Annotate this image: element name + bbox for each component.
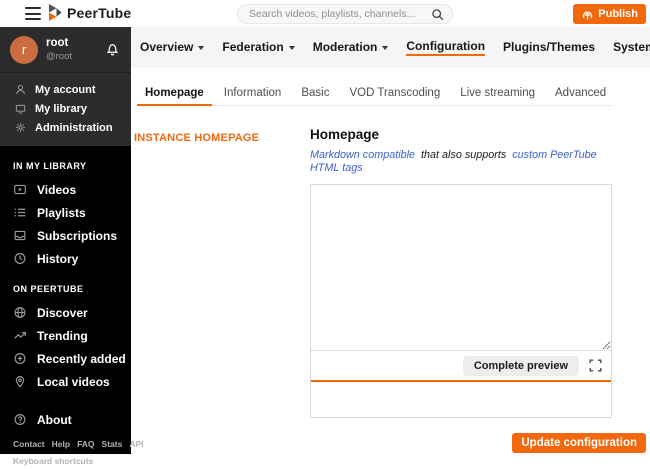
sidebar: r root @root My account My library Admin… xyxy=(0,27,144,466)
user-handle: @root xyxy=(46,50,73,62)
admin-nav-plugins-themes[interactable]: Plugins/Themes xyxy=(494,40,604,55)
sidebar-footer-links: Contact Help FAQ Stats API xyxy=(13,439,144,449)
sidebar-item-recently-added[interactable]: Recently added xyxy=(0,347,131,370)
homepage-form: Homepage Markdown compatible that also s… xyxy=(310,127,612,418)
user-name: root xyxy=(46,37,69,50)
update-configuration-button[interactable]: Update configuration xyxy=(512,433,646,453)
videos-icon xyxy=(13,183,27,196)
sidebar-item-my-library[interactable]: My library xyxy=(0,99,131,118)
footer-link-api[interactable]: API xyxy=(129,439,143,449)
upload-icon xyxy=(581,8,594,21)
markdown-hint: Markdown compatible that also supports c… xyxy=(310,149,612,175)
sidebar-item-videos[interactable]: Videos xyxy=(0,178,131,201)
chevron-down-icon xyxy=(382,46,389,50)
tab-information[interactable]: Information xyxy=(216,85,290,105)
admin-nav-overview[interactable]: Overview xyxy=(131,40,213,55)
sidebar-item-subscriptions[interactable]: Subscriptions xyxy=(0,224,131,247)
sidebar-item-history[interactable]: History xyxy=(0,247,131,270)
user-block[interactable]: r root @root xyxy=(0,27,131,72)
search-box xyxy=(237,4,453,24)
section-title-on-peertube: ON PEERTUBE xyxy=(13,284,84,294)
main-area: Overview Federation Moderation Configura… xyxy=(131,27,650,454)
instance-homepage-label: INSTANCE HOMEPAGE xyxy=(134,132,260,144)
sidebar-item-local-videos[interactable]: Local videos xyxy=(0,370,131,393)
complete-preview-button[interactable]: Complete preview xyxy=(462,355,579,376)
account-menu: My account My library Administration xyxy=(0,72,131,146)
sidebar-item-administration[interactable]: Administration xyxy=(0,118,131,137)
sidebar-item-discover[interactable]: Discover xyxy=(0,301,131,324)
footer-link-help[interactable]: Help xyxy=(52,439,70,449)
markdown-editor: Complete preview xyxy=(310,184,612,418)
chevron-down-icon xyxy=(288,46,295,50)
tab-live-streaming[interactable]: Live streaming xyxy=(452,85,543,105)
about-wrap: About xyxy=(0,408,131,431)
search-input[interactable] xyxy=(237,4,453,24)
tab-advanced[interactable]: Advanced xyxy=(547,85,614,105)
footer-link-keyboard-shortcuts[interactable]: Keyboard shortcuts xyxy=(13,456,93,466)
peertube-logo-icon xyxy=(48,4,62,21)
markdown-preview-pane xyxy=(311,380,611,417)
playlists-icon xyxy=(13,206,27,219)
admin-nav-federation[interactable]: Federation xyxy=(213,40,303,55)
sidebar-item-my-account[interactable]: My account xyxy=(0,80,131,99)
question-circle-icon xyxy=(13,413,27,426)
brand-name: PeerTube xyxy=(67,4,132,21)
sidebar-item-about[interactable]: About xyxy=(0,408,131,431)
admin-nav-system[interactable]: System xyxy=(604,40,650,55)
peertube-home-link[interactable]: PeerTube xyxy=(48,4,131,21)
editor-toolbar: Complete preview xyxy=(311,351,611,380)
trending-up-icon xyxy=(13,329,27,342)
sidebar-item-trending[interactable]: Trending xyxy=(0,324,131,347)
search-icon[interactable] xyxy=(431,8,444,21)
config-subtabs: Homepage Information Basic VOD Transcodi… xyxy=(137,85,612,106)
footer-link-stats[interactable]: Stats xyxy=(102,439,123,449)
notifications-bell-icon[interactable] xyxy=(105,41,120,57)
subscriptions-inbox-icon xyxy=(13,229,27,242)
plus-circle-icon xyxy=(13,352,27,365)
footer-link-faq[interactable]: FAQ xyxy=(77,439,94,449)
tab-vod-transcoding[interactable]: VOD Transcoding xyxy=(341,85,448,105)
markdown-compatible-link[interactable]: Markdown compatible xyxy=(310,149,415,161)
admin-nav-moderation[interactable]: Moderation xyxy=(304,40,398,55)
admin-nav-configuration[interactable]: Configuration xyxy=(397,39,494,56)
library-icon xyxy=(15,103,26,114)
top-bar: PeerTube Publish xyxy=(0,0,650,27)
section-title-in-my-library: IN MY LIBRARY xyxy=(13,161,87,171)
map-pin-icon xyxy=(13,375,27,388)
hint-middle-text: that also supports xyxy=(421,149,507,161)
sidebar-item-playlists[interactable]: Playlists xyxy=(0,201,131,224)
homepage-markdown-textarea[interactable] xyxy=(311,185,611,351)
user-icon xyxy=(15,84,26,95)
menu-sections: IN MY LIBRARY Videos Playlists Subscript… xyxy=(0,146,131,393)
homepage-field-label: Homepage xyxy=(310,127,380,142)
publish-button[interactable]: Publish xyxy=(573,4,646,24)
menu-toggle-icon[interactable] xyxy=(25,7,41,20)
tab-basic[interactable]: Basic xyxy=(293,85,337,105)
history-clock-icon xyxy=(13,252,27,265)
avatar[interactable]: r xyxy=(10,35,38,64)
chevron-down-icon xyxy=(198,46,205,50)
gear-icon xyxy=(15,122,26,133)
maximize-icon[interactable] xyxy=(589,359,602,372)
tab-homepage[interactable]: Homepage xyxy=(137,85,212,106)
admin-nav: Overview Federation Moderation Configura… xyxy=(131,27,650,68)
user-names: root @root xyxy=(46,37,72,61)
footer-link-contact[interactable]: Contact xyxy=(13,439,45,449)
globe-icon xyxy=(13,306,27,319)
